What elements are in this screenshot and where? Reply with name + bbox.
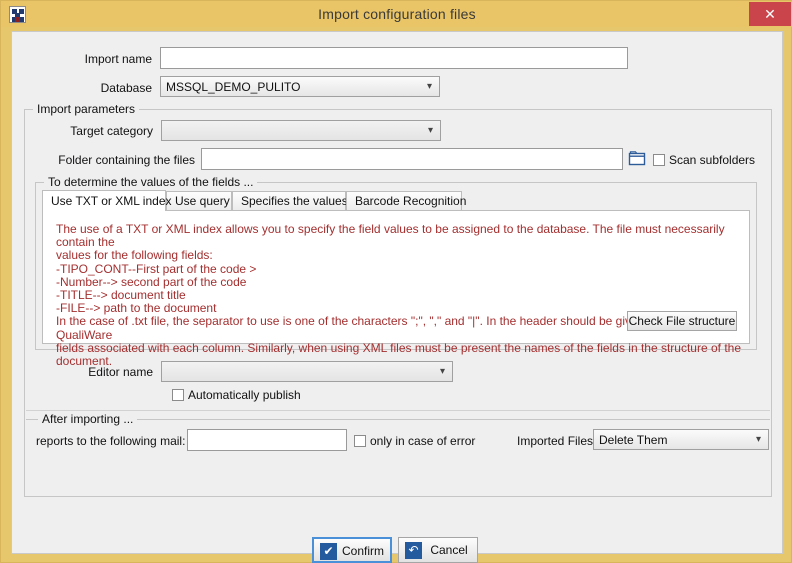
editor-name-label: Editor name bbox=[88, 365, 153, 379]
import-parameters-group: Import parameters Target category ▾ Fold… bbox=[24, 102, 772, 497]
import-parameters-caption: Import parameters bbox=[33, 102, 140, 116]
automatically-publish-box bbox=[172, 389, 184, 401]
imported-files-combo-value: Delete Them bbox=[599, 433, 668, 447]
mail-input[interactable] bbox=[187, 429, 347, 451]
database-combo-value: MSSQL_DEMO_PULITO bbox=[166, 80, 301, 94]
chevron-down-icon: ▾ bbox=[439, 366, 445, 377]
confirm-button[interactable]: ✔ Confirm bbox=[312, 537, 392, 563]
window-title: Import configuration files bbox=[318, 6, 476, 22]
cancel-button[interactable]: ↶ Cancel bbox=[398, 537, 478, 563]
only-in-case-of-error-label: only in case of error bbox=[370, 434, 476, 448]
titlebar: Import configuration files ✕ bbox=[1, 1, 792, 27]
tab-description-text: The use of a TXT or XML index allows you… bbox=[56, 222, 742, 369]
confirm-button-label: Confirm bbox=[342, 544, 385, 558]
determine-values-caption: To determine the values of the fields ..… bbox=[44, 175, 258, 189]
editor-name-combo[interactable]: ▾ bbox=[161, 361, 453, 382]
determine-values-group: To determine the values of the fields ..… bbox=[35, 175, 757, 368]
dialog-client-area: Import name Database MSSQL_DEMO_PULITO ▾… bbox=[11, 31, 783, 563]
folder-label: Folder containing the files bbox=[58, 153, 195, 167]
chevron-down-icon: ▾ bbox=[426, 81, 432, 92]
tab-barcode-recognition[interactable]: Barcode Recognition bbox=[346, 191, 466, 210]
undo-arrow-icon: ↶ bbox=[405, 542, 422, 559]
tab-use-txt-or-xml-index[interactable]: Use TXT or XML index bbox=[42, 190, 172, 211]
import-name-label: Import name bbox=[84, 52, 152, 66]
scan-subfolders-box bbox=[653, 154, 665, 166]
close-button[interactable]: ✕ bbox=[749, 2, 791, 26]
target-category-combo[interactable]: ▾ bbox=[161, 120, 441, 141]
tab-specifies-the-values[interactable]: Specifies the values bbox=[232, 191, 348, 210]
dialog-window: Import configuration files ✕ Import name… bbox=[0, 0, 792, 563]
database-label: Database bbox=[100, 81, 152, 95]
imported-files-combo[interactable]: Delete Them ▾ bbox=[593, 429, 769, 450]
imported-files-label: Imported Files: bbox=[517, 434, 597, 448]
mail-label: reports to the following mail: bbox=[36, 434, 186, 448]
browse-folder-button[interactable] bbox=[627, 148, 647, 168]
scan-subfolders-label: Scan subfolders bbox=[669, 153, 756, 167]
cancel-button-label: Cancel bbox=[430, 543, 468, 557]
folder-icon bbox=[628, 151, 646, 166]
chevron-down-icon: ▾ bbox=[755, 434, 761, 445]
chevron-down-icon: ▾ bbox=[427, 125, 433, 136]
tab-panel-use-txt-or-xml-index: The use of a TXT or XML index allows you… bbox=[42, 210, 750, 368]
target-category-label: Target category bbox=[70, 124, 153, 138]
database-combo[interactable]: MSSQL_DEMO_PULITO ▾ bbox=[160, 76, 440, 97]
check-icon: ✔ bbox=[320, 543, 337, 560]
divider bbox=[26, 410, 770, 411]
only-in-case-of-error-box bbox=[354, 435, 366, 447]
tabstrip: Use TXT or XML index Use query Specifies… bbox=[42, 190, 742, 211]
check-file-structure-button[interactable]: Check File structure bbox=[627, 311, 737, 331]
tab-use-query[interactable]: Use query bbox=[166, 191, 232, 210]
import-name-input[interactable] bbox=[160, 47, 628, 69]
after-importing-group: After importing ... reports to the follo… bbox=[26, 412, 770, 467]
automatically-publish-label: Automatically publish bbox=[188, 388, 301, 402]
folder-input[interactable] bbox=[201, 148, 623, 170]
after-importing-caption: After importing ... bbox=[38, 412, 138, 426]
